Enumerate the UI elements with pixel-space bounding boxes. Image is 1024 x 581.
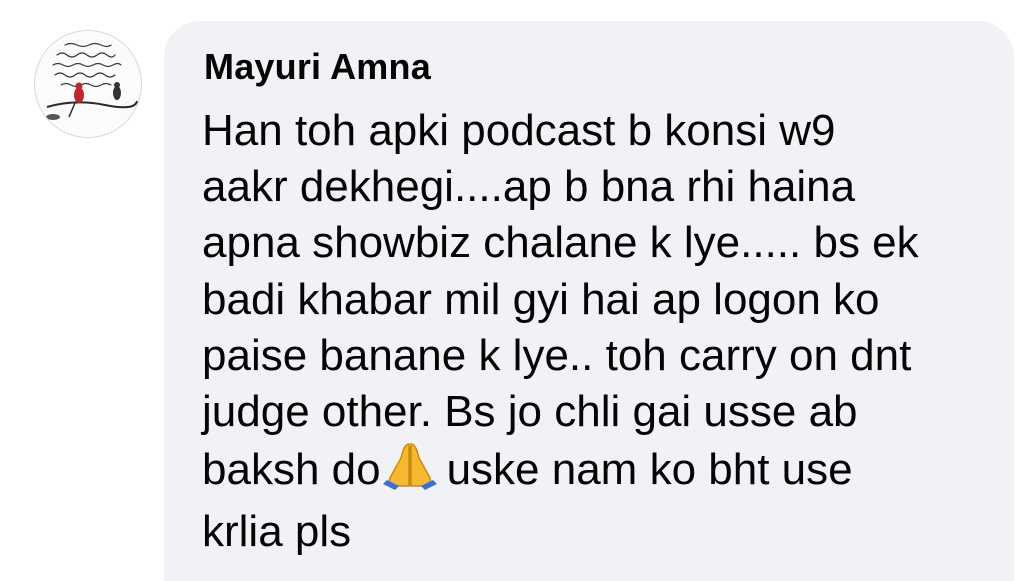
- comment-text-segment: uske nam ko bht use: [446, 445, 853, 495]
- comment-text-line: krlia pls: [202, 507, 352, 557]
- comment-text-segment: baksh do: [202, 445, 381, 495]
- comment-text: Han toh apki podcast b konsi w9 aakr dek…: [202, 103, 992, 561]
- comment-text-line: judge other. Bs jo chli gai usse ab: [202, 387, 858, 437]
- comment-bubble: Mayuri Amna Han toh apki podcast b konsi…: [164, 21, 1014, 581]
- comment-author[interactable]: Mayuri Amna: [204, 45, 431, 89]
- avatar[interactable]: [34, 30, 142, 138]
- comment-text-line: Han toh apki podcast b konsi w9: [202, 106, 836, 155]
- comment-text-line: paise banane k lye.. toh carry on dnt: [202, 330, 912, 380]
- comment-text-line: badi khabar mil gyi hai ap logon ko: [202, 274, 880, 324]
- folded-hands-emoji-icon: [382, 440, 437, 504]
- profile-photo-icon: [35, 31, 141, 137]
- comment-text-line-with-emoji: baksh do uske nam ko bht use: [202, 440, 992, 504]
- comment-text-line: apna showbiz chalane k lye..... bs ek: [202, 218, 919, 268]
- comment-text-line: aakr dekhegi....ap b bna rhi haina: [202, 162, 856, 212]
